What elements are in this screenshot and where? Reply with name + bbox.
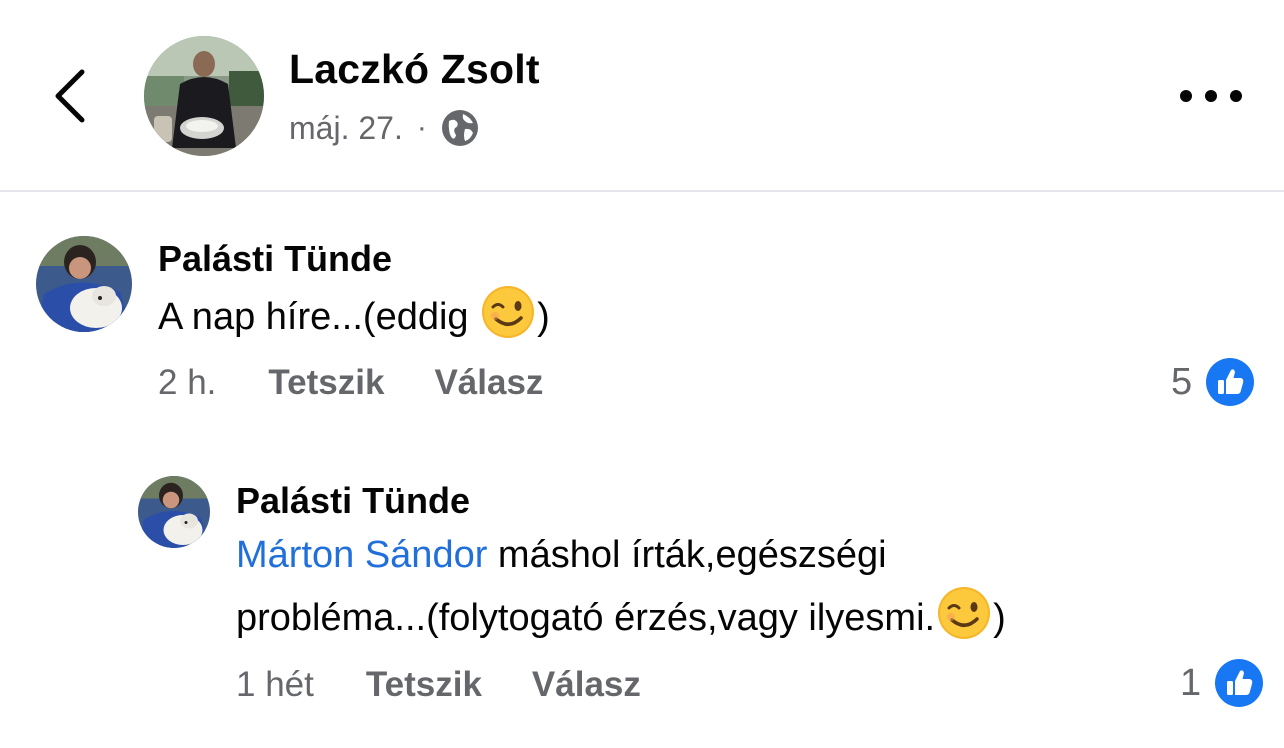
winking-face-emoji (938, 587, 991, 639)
commenter-name[interactable]: Palásti Tünde (158, 238, 392, 280)
reaction-count[interactable]: 5 (1171, 358, 1255, 406)
like-count: 5 (1171, 360, 1193, 403)
reply-body-2: probléma...(folytogató érzés,vagy ilyesm… (236, 597, 936, 639)
post-header: Laczkó Zsolt máj. 27. · (0, 0, 1284, 190)
reply-reaction-count[interactable]: 1 (1180, 659, 1264, 707)
author-name[interactable]: Laczkó Zsolt (289, 46, 540, 93)
globe-icon (441, 110, 478, 146)
comment-body-end: ) (537, 296, 550, 338)
meta-separator: · (416, 111, 427, 144)
reply-body-end: ) (993, 597, 1006, 639)
winking-face-emoji (482, 286, 535, 338)
post-date[interactable]: máj. 27. (289, 110, 403, 147)
reply-like-count: 1 (1180, 661, 1202, 704)
back-button[interactable] (50, 68, 90, 124)
reply-time[interactable]: 1 hét (236, 665, 314, 705)
comment-actions: 2 h. Tetszik Válasz (158, 363, 543, 403)
reply-reply-button[interactable]: Válasz (532, 665, 641, 705)
author-avatar[interactable] (144, 36, 264, 156)
comment-body: A nap híre...(eddig (158, 296, 480, 338)
reply-text-line2: probléma...(folytogató érzés,vagy ilyesm… (236, 586, 1006, 649)
thumbs-up-icon (1206, 358, 1255, 406)
chevron-left-icon (55, 69, 85, 123)
mention-link[interactable]: Márton Sándor (236, 534, 487, 576)
header-divider (0, 190, 1284, 192)
more-horizontal-icon (1180, 90, 1192, 102)
comment-time[interactable]: 2 h. (158, 363, 216, 403)
thumbs-up-icon (1215, 659, 1264, 707)
commenter-avatar[interactable] (36, 236, 132, 332)
comment-text: A nap híre...(eddig ) (158, 285, 550, 348)
reply-text-line1: Márton Sándor máshol írták,egészségi (236, 525, 887, 586)
reply-actions: 1 hét Tetszik Válasz (236, 665, 641, 705)
post-meta: máj. 27. · (289, 108, 479, 148)
reply-author-name[interactable]: Palásti Tünde (236, 480, 470, 522)
reply-body-1: máshol írták,egészségi (487, 534, 887, 576)
like-button[interactable]: Tetszik (268, 363, 384, 403)
reply-avatar[interactable] (138, 476, 210, 548)
reply-button[interactable]: Válasz (434, 363, 543, 403)
more-options-button[interactable] (1180, 82, 1242, 110)
reply-like-button[interactable]: Tetszik (366, 665, 482, 705)
